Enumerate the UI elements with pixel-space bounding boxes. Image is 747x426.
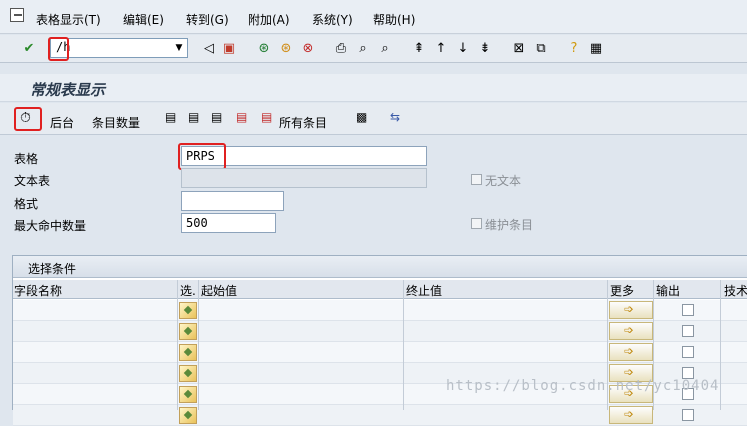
maintain-entries-label: 维护条目 <box>485 218 534 232</box>
text-table-input <box>181 168 427 188</box>
standard-toolbar: ✔ /h ▼ ◁ ▣ ⊛ ⊛ ⊗ ⎙ ⌕ ⌕ ⇞ ↑ ↓ ⇟ ⊠ ⧉ ? ▦ <box>0 35 747 63</box>
cancel-icon[interactable]: ⊗ <box>299 39 317 57</box>
find-icon[interactable]: ⌕ <box>354 39 372 57</box>
enter-check-icon[interactable]: ✔ <box>20 39 38 57</box>
column-to-value: 终止值 <box>406 284 443 298</box>
exit-icon[interactable]: ⊛ <box>277 39 295 57</box>
previous-page-icon[interactable]: ↑ <box>432 39 450 57</box>
next-page-icon[interactable]: ↓ <box>454 39 472 57</box>
table-label: 表格 <box>14 152 39 166</box>
fields-icon[interactable]: ▤ <box>165 110 182 127</box>
output-checkbox[interactable] <box>682 346 694 358</box>
delete-selection-icon[interactable]: ▤ <box>236 110 253 127</box>
selection-option-icon[interactable] <box>179 302 197 319</box>
first-page-icon[interactable]: ⇞ <box>410 39 428 57</box>
column-select: 选. <box>180 284 196 298</box>
navigate-icon[interactable]: ⇆ <box>390 110 407 127</box>
highlight-table-input <box>178 143 226 170</box>
highlight-execute-button <box>14 107 42 131</box>
create-session-icon[interactable]: ⊠ <box>510 39 528 57</box>
print-icon[interactable]: ⎙ <box>332 39 350 57</box>
command-field[interactable] <box>50 38 188 58</box>
all-entries-icon[interactable]: ▤ <box>261 110 278 127</box>
help-icon[interactable]: ? <box>565 39 583 57</box>
selection-header <box>13 256 747 278</box>
menu-system[interactable]: 系统(Y) <box>312 11 353 28</box>
title-bar <box>0 74 747 102</box>
variant-icon[interactable]: ▩ <box>356 110 373 127</box>
no-text-checkbox <box>471 174 482 185</box>
selection-option-icon[interactable] <box>179 323 197 340</box>
column-more: 更多 <box>610 284 635 298</box>
more-button[interactable] <box>609 343 653 361</box>
all-entries-button[interactable]: 所有条目 <box>279 114 327 131</box>
save-icon[interactable]: ▣ <box>220 39 238 57</box>
entry-count-button[interactable]: 条目数量 <box>92 114 140 131</box>
find-next-icon[interactable]: ⌕ <box>376 39 394 57</box>
selection-option-icon[interactable] <box>179 365 197 382</box>
background-button[interactable]: 后台 <box>50 114 74 131</box>
more-button[interactable] <box>609 406 653 424</box>
watermark: https://blog.csdn.net/yc10404 <box>446 378 720 394</box>
selection-option-icon[interactable] <box>179 386 197 403</box>
column-from-value: 起始值 <box>201 284 238 298</box>
shortcut-icon[interactable]: ⧉ <box>532 39 550 57</box>
menu-goto[interactable]: 转到(G) <box>186 11 229 28</box>
menu-extras[interactable]: 附加(A) <box>248 11 290 28</box>
last-page-icon[interactable]: ⇟ <box>476 39 494 57</box>
menu-table-display[interactable]: 表格显示(T) <box>36 11 101 28</box>
more-button[interactable] <box>609 301 653 319</box>
layout-label: 格式 <box>14 197 39 211</box>
back-icon[interactable]: ⊛ <box>255 39 273 57</box>
page-title: 常规表显示 <box>30 81 106 99</box>
fields-deselect-icon[interactable]: ▤ <box>211 110 228 127</box>
fields-select-icon[interactable]: ▤ <box>188 110 205 127</box>
output-checkbox[interactable] <box>682 304 694 316</box>
divider-left-icon: ◁ <box>204 40 214 56</box>
highlight-command-field <box>48 37 69 61</box>
menu-edit[interactable]: 编辑(E) <box>123 11 164 28</box>
max-hits-input[interactable]: 500 <box>181 213 276 233</box>
layout-menu-icon[interactable]: ▦ <box>587 39 605 57</box>
system-menu-icon[interactable] <box>10 8 24 22</box>
chevron-down-icon[interactable]: ▼ <box>172 41 186 55</box>
output-checkbox[interactable] <box>682 325 694 337</box>
column-technical: 技术 <box>724 284 747 298</box>
selection-option-icon[interactable] <box>179 344 197 361</box>
output-checkbox[interactable] <box>682 409 694 421</box>
maintain-entries-checkbox <box>471 218 482 229</box>
max-hits-label: 最大命中数量 <box>14 219 87 233</box>
menu-help[interactable]: 帮助(H) <box>373 11 415 28</box>
column-output: 输出 <box>656 284 681 298</box>
more-button[interactable] <box>609 322 653 340</box>
text-table-label: 文本表 <box>14 174 51 188</box>
layout-input[interactable] <box>181 191 284 211</box>
column-field-name: 字段名称 <box>14 284 63 298</box>
no-text-label: 无文本 <box>485 174 522 188</box>
selection-title: 选择条件 <box>28 262 77 276</box>
